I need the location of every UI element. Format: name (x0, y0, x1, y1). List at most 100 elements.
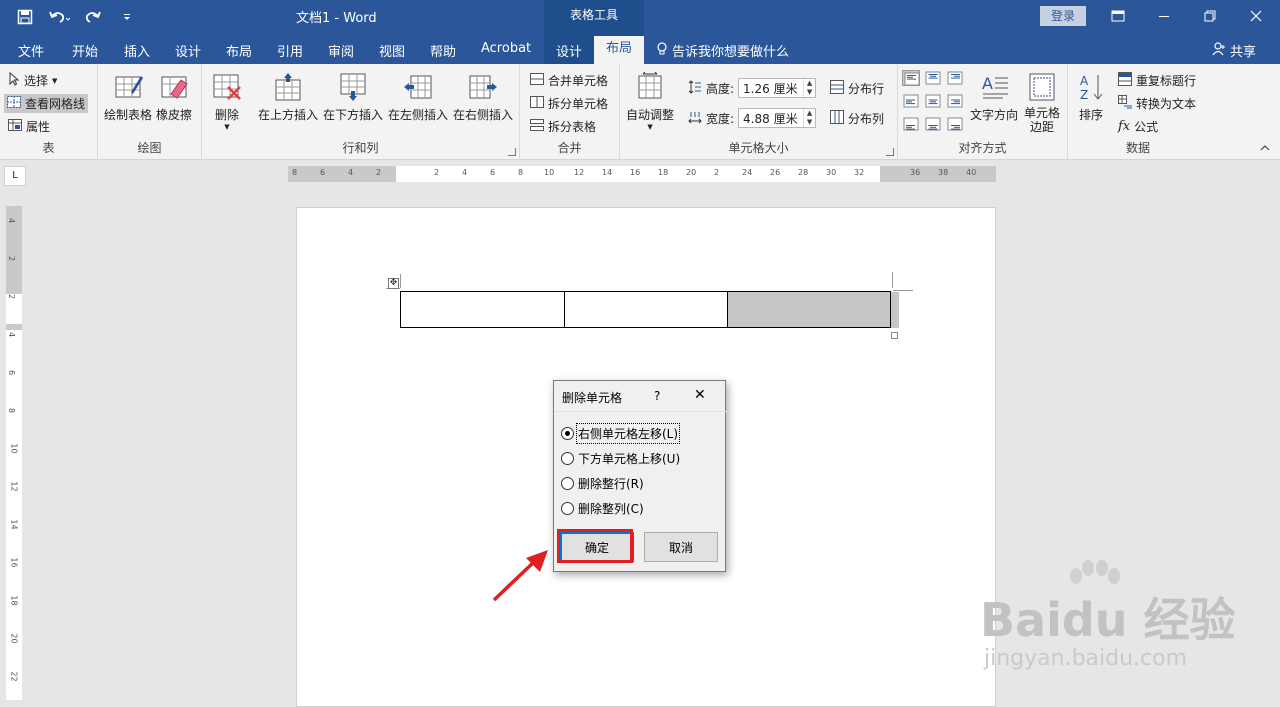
option-shift-left[interactable]: 右侧单元格左移(L) (561, 423, 681, 444)
text-direction-button[interactable]: A 文字方向 (970, 72, 1018, 123)
insert-left-button[interactable]: 在左侧插入 (388, 72, 448, 123)
view-gridlines-button[interactable]: 查看网格线 (4, 94, 89, 113)
height-label: 高度: (706, 81, 735, 96)
align-option-icon[interactable] (902, 116, 920, 132)
cell-size-dialog-launcher[interactable] (886, 148, 894, 156)
tell-me-box[interactable]: 告诉我你想要做什么 (656, 41, 789, 60)
align-option-icon[interactable] (924, 70, 942, 86)
cell-margins-button[interactable]: 单元格边距 (1022, 72, 1062, 134)
eraser-button[interactable]: 橡皮擦 (156, 72, 192, 123)
tab-table-design[interactable]: 设计 (556, 41, 582, 60)
autofit-button[interactable]: 自动调整 ▼ (626, 71, 674, 131)
distribute-rows-button[interactable]: 分布行 (830, 80, 884, 97)
align-option-icon[interactable] (902, 93, 920, 109)
spinner-arrows-icon[interactable]: ▲ ▼ (803, 109, 815, 127)
align-option-icon[interactable] (924, 116, 942, 132)
insert-above-button[interactable]: 在上方插入 (258, 72, 318, 123)
tab-view[interactable]: 视图 (379, 41, 405, 60)
option-shift-up[interactable]: 下方单元格上移(U) (561, 450, 680, 467)
option-delete-row[interactable]: 删除整行(R) (561, 475, 644, 492)
tab-review[interactable]: 审阅 (328, 41, 354, 60)
align-option-icon[interactable] (946, 116, 964, 132)
cancel-button[interactable]: 取消 (644, 532, 718, 562)
delete-button[interactable]: 删除 ▼ (212, 72, 242, 131)
repeat-header-rows-button[interactable]: 重复标题行 (1118, 72, 1196, 89)
properties-button[interactable]: 属性 (8, 118, 50, 135)
cell-margins-label: 单元格边距 (1023, 106, 1060, 134)
collapse-ribbon-icon[interactable] (1260, 144, 1270, 155)
split-table-button[interactable]: 拆分表格 (530, 118, 596, 135)
close-window-icon[interactable] (1244, 6, 1268, 26)
close-icon[interactable]: ✕ (694, 387, 706, 403)
save-icon[interactable] (14, 6, 36, 28)
tab-selector[interactable]: L (4, 166, 26, 186)
width-spinner[interactable]: 4.88 厘米 ▲ ▼ (738, 108, 817, 128)
table-move-handle-icon[interactable]: ✥ (388, 278, 399, 289)
tab-design[interactable]: 设计 (175, 41, 201, 60)
ruler-tick: 22 (9, 671, 19, 682)
align-option-icon[interactable] (946, 93, 964, 109)
restore-icon[interactable] (1198, 6, 1222, 26)
table-cell[interactable] (565, 292, 728, 327)
height-spinner[interactable]: 1.26 厘米 ▲ ▼ (738, 78, 817, 98)
insert-right-button[interactable]: 在右侧插入 (453, 72, 513, 123)
radio-button[interactable] (561, 452, 574, 465)
convert-to-text-button[interactable]: 转换为文本 (1118, 95, 1196, 112)
share-button[interactable]: 共享 (1212, 41, 1256, 60)
select-button[interactable]: 选择 ▼ (8, 71, 58, 89)
merge-cells-button[interactable]: 合并单元格 (530, 72, 608, 89)
split-cells-label: 拆分单元格 (548, 97, 609, 111)
table-cell-selected[interactable] (728, 292, 890, 327)
view-gridlines-label: 查看网格线 (25, 97, 86, 111)
crop-mark (400, 274, 401, 288)
ruler-tick: 6 (7, 369, 17, 376)
radio-button[interactable] (561, 502, 574, 515)
split-cells-button[interactable]: 拆分单元格 (530, 95, 608, 112)
draw-table-button[interactable]: 绘制表格 (104, 72, 152, 123)
align-option-icon[interactable] (946, 70, 964, 86)
formula-button[interactable]: fx 公式 (1118, 118, 1158, 135)
tab-acrobat[interactable]: Acrobat (481, 41, 531, 56)
undo-icon[interactable] (48, 6, 70, 28)
tab-insert[interactable]: 插入 (124, 41, 150, 60)
table-cell[interactable] (401, 292, 565, 327)
ribbon-display-options-icon[interactable] (1106, 6, 1130, 26)
minimize-icon[interactable] (1152, 6, 1176, 26)
radio-button[interactable] (561, 477, 574, 490)
ribbon: 选择 ▼ 查看网格线 属性 表 绘制表格 橡皮擦 绘图 删除 ▼ 在上方插入 在… (0, 64, 1280, 160)
vertical-ruler[interactable]: 4 2 2 4 6 8 10 12 14 16 18 20 22 (6, 206, 22, 700)
spinner-arrows-icon[interactable]: ▲ ▼ (803, 79, 815, 97)
group-label-merge: 合并 (557, 141, 582, 155)
align-option-icon[interactable] (924, 93, 942, 109)
group-label-cell-size: 单元格大小 (728, 141, 789, 155)
help-icon[interactable]: ? (654, 389, 660, 403)
chevron-down-icon: ▼ (52, 76, 58, 85)
baidu-watermark: Baidu 经验 jingyan.baidu.com (980, 560, 1270, 690)
sort-button[interactable]: AZ 排序 (1076, 72, 1106, 123)
tab-help[interactable]: 帮助 (430, 41, 456, 60)
insert-below-button[interactable]: 在下方插入 (323, 72, 383, 123)
draw-table-icon (113, 72, 143, 102)
radio-button-selected[interactable] (561, 427, 574, 440)
ruler-tick: 2 (434, 168, 440, 177)
tab-references[interactable]: 引用 (277, 41, 303, 60)
select-label: 选择 (24, 74, 49, 88)
redo-icon[interactable] (82, 6, 104, 28)
tab-home[interactable]: 开始 (72, 41, 98, 60)
tab-table-layout[interactable]: 布局 (594, 36, 644, 64)
customize-qat-icon[interactable] (116, 6, 138, 28)
cell-margins-icon (1027, 72, 1057, 102)
horizontal-ruler[interactable]: 8 6 4 2 2 4 6 8 10 12 14 16 18 20 2 24 26 28 30 32 36 38 40 (288, 166, 996, 182)
distribute-columns-button[interactable]: 分布列 (830, 110, 884, 127)
align-option-icon[interactable] (902, 70, 920, 86)
tab-layout[interactable]: 布局 (226, 41, 252, 60)
rows-columns-dialog-launcher[interactable] (508, 148, 516, 156)
option-delete-column[interactable]: 删除整列(C) (561, 500, 644, 517)
dialog-title: 删除单元格 (562, 391, 623, 405)
login-button[interactable]: 登录 (1040, 6, 1086, 26)
table-resize-handle-icon[interactable] (891, 332, 898, 339)
sort-label: 排序 (1078, 108, 1103, 122)
column-width-icon (688, 110, 702, 127)
ruler-tick: 6 (320, 168, 326, 177)
tab-file[interactable]: 文件 (18, 41, 44, 60)
